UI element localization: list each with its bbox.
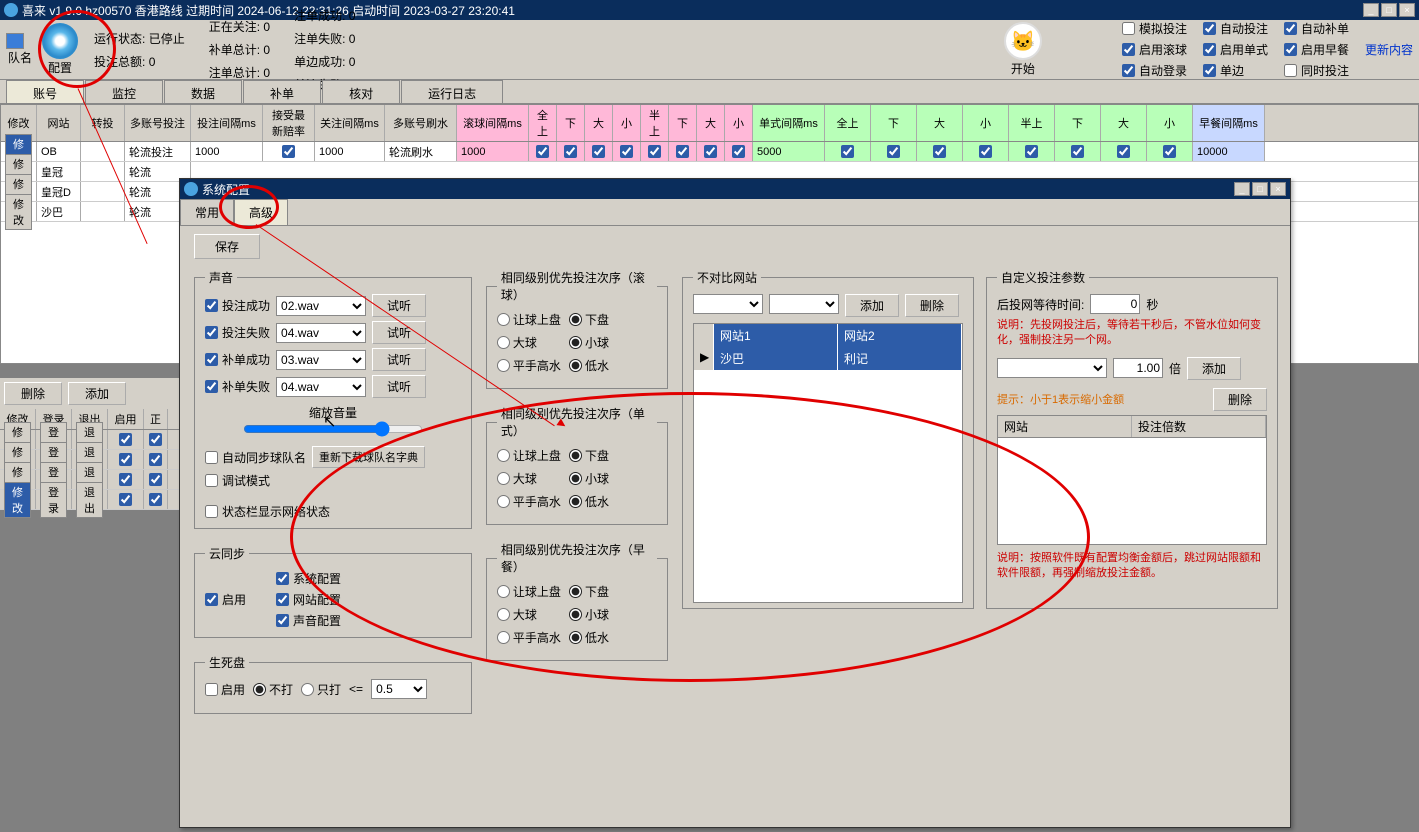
- wait-input[interactable]: [1090, 294, 1140, 314]
- redownload-button[interactable]: 重新下载球队名字典: [312, 446, 425, 468]
- site1-select[interactable]: [693, 294, 763, 314]
- start-label: 开始: [1011, 60, 1035, 77]
- wav-select[interactable]: 03.wav: [276, 350, 366, 370]
- enable-early-check[interactable]: 启用早餐: [1284, 41, 1349, 58]
- add-param-button[interactable]: 添加: [1187, 357, 1241, 380]
- add-compare-button[interactable]: 添加: [845, 294, 899, 317]
- tab-account[interactable]: 账号: [6, 80, 84, 103]
- cloud-fieldset: 云同步 启用 系统配置 网站配置 声音配置: [194, 545, 472, 638]
- no-compare-fieldset: 不对比网站 添加 删除 网站1网站2 ▶沙巴利记: [682, 269, 974, 609]
- site2-select[interactable]: [769, 294, 839, 314]
- start-icon[interactable]: 🐱: [1004, 22, 1042, 60]
- tab-advanced[interactable]: 高级: [234, 199, 288, 225]
- tab-fill[interactable]: 补单: [243, 80, 321, 103]
- tab-normal[interactable]: 常用: [180, 199, 234, 225]
- tab-log[interactable]: 运行日志: [401, 80, 503, 103]
- single-side-check[interactable]: 单边: [1203, 62, 1268, 79]
- save-button[interactable]: 保存: [194, 234, 260, 259]
- main-titlebar: 喜来 v1.9.0 hz00570 香港路线 过期时间 2024-06-12 2…: [0, 0, 1419, 20]
- delete-button[interactable]: 删除: [4, 382, 62, 405]
- modal-close[interactable]: ×: [1270, 182, 1286, 196]
- priority-roll-fieldset: 相同级别优先投注次序（滚球） 让球上盘下盘 大球小球 平手高水低水: [486, 269, 668, 389]
- app-icon: [4, 3, 18, 17]
- simulate-check[interactable]: 模拟投注: [1122, 20, 1187, 37]
- enable-roll-check[interactable]: 启用滚球: [1122, 41, 1187, 58]
- priority-single-fieldset: 相同级别优先投注次序（单式） 让球上盘下盘 大球小球 平手高水低水: [486, 405, 668, 525]
- auto-login-check[interactable]: 自动登录: [1122, 62, 1187, 79]
- site-param-select[interactable]: [997, 358, 1107, 378]
- grid-row[interactable]: 修改 OB 轮流投注 1000 1000 轮流刷水 1000 5000 1000…: [1, 142, 1418, 162]
- same-time-check[interactable]: 同时投注: [1284, 62, 1349, 79]
- modal-title-text: 系统配置: [202, 181, 250, 198]
- wav-select[interactable]: 02.wav: [276, 296, 366, 316]
- delete-param-button[interactable]: 删除: [1213, 388, 1267, 411]
- note-text: 说明：先投网投注后，等待若干秒后，不管水位如何变化，强制投注另一个网。: [997, 318, 1267, 349]
- priority-early-fieldset: 相同级别优先投注次序（早餐） 让球上盘下盘 大球小球 平手高水低水: [486, 541, 668, 661]
- titlebar-text: 喜来 v1.9.0 hz00570 香港路线 过期时间 2024-06-12 2…: [22, 2, 515, 19]
- modal-icon: [184, 182, 198, 196]
- tab-monitor[interactable]: 监控: [85, 80, 163, 103]
- auto-fill-check[interactable]: 自动补单: [1284, 20, 1349, 37]
- delete-compare-button[interactable]: 删除: [905, 294, 959, 317]
- close-button[interactable]: ×: [1399, 3, 1415, 17]
- tab-data[interactable]: 数据: [164, 80, 242, 103]
- note-text-2: 说明：按照软件既有配置均衡金额后，跳过网站限额和软件限额，再强制缩放投注金额。: [997, 551, 1267, 582]
- tab-check[interactable]: 核对: [322, 80, 400, 103]
- add-button[interactable]: 添加: [68, 382, 126, 405]
- main-toolbar: 队名 配置 运行状态: 已停止 投注总额: 0 正在关注: 0 补单总计: 0 …: [0, 20, 1419, 80]
- life-value-select[interactable]: 0.5: [371, 679, 427, 699]
- team-label: 队名: [8, 49, 32, 66]
- config-label: 配置: [48, 59, 72, 76]
- settings-modal: 系统配置 _ □ × 常用 高级 保存 声音 投注成功02.wav试听 投注失败…: [179, 178, 1291, 828]
- maximize-button[interactable]: □: [1381, 3, 1397, 17]
- update-link[interactable]: 更新内容: [1365, 41, 1413, 58]
- team-color-swatch[interactable]: [6, 33, 24, 49]
- secondary-grid: 删除 添加 修改 登录 退出 启用 正 修改登录退出 修改登录退出 修改登录退出…: [0, 378, 182, 510]
- minimize-button[interactable]: _: [1363, 3, 1379, 17]
- mult-input[interactable]: [1113, 358, 1163, 378]
- volume-slider[interactable]: [243, 421, 423, 437]
- life-fieldset: 生死盘 启用 不打 只打 <= 0.5: [194, 654, 472, 714]
- main-tabs: 账号 监控 数据 补单 核对 运行日志: [0, 80, 1419, 104]
- wav-select[interactable]: 04.wav: [276, 323, 366, 343]
- auto-bet-check[interactable]: 自动投注: [1203, 20, 1268, 37]
- custom-params-fieldset: 自定义投注参数 后投网等待时间: 秒 说明：先投网投注后，等待若干秒后，不管水位…: [986, 269, 1278, 609]
- wav-select[interactable]: 04.wav: [276, 377, 366, 397]
- sound-fieldset: 声音 投注成功02.wav试听 投注失败04.wav试听 补单成功03.wav试…: [194, 269, 472, 529]
- modal-maximize[interactable]: □: [1252, 182, 1268, 196]
- try-button[interactable]: 试听: [372, 294, 426, 317]
- param-list[interactable]: 网站投注倍数: [997, 415, 1267, 545]
- compare-list[interactable]: 网站1网站2 ▶沙巴利记: [693, 323, 963, 603]
- enable-single-check[interactable]: 启用单式: [1203, 41, 1268, 58]
- gear-icon[interactable]: [42, 23, 78, 59]
- modal-minimize[interactable]: _: [1234, 182, 1250, 196]
